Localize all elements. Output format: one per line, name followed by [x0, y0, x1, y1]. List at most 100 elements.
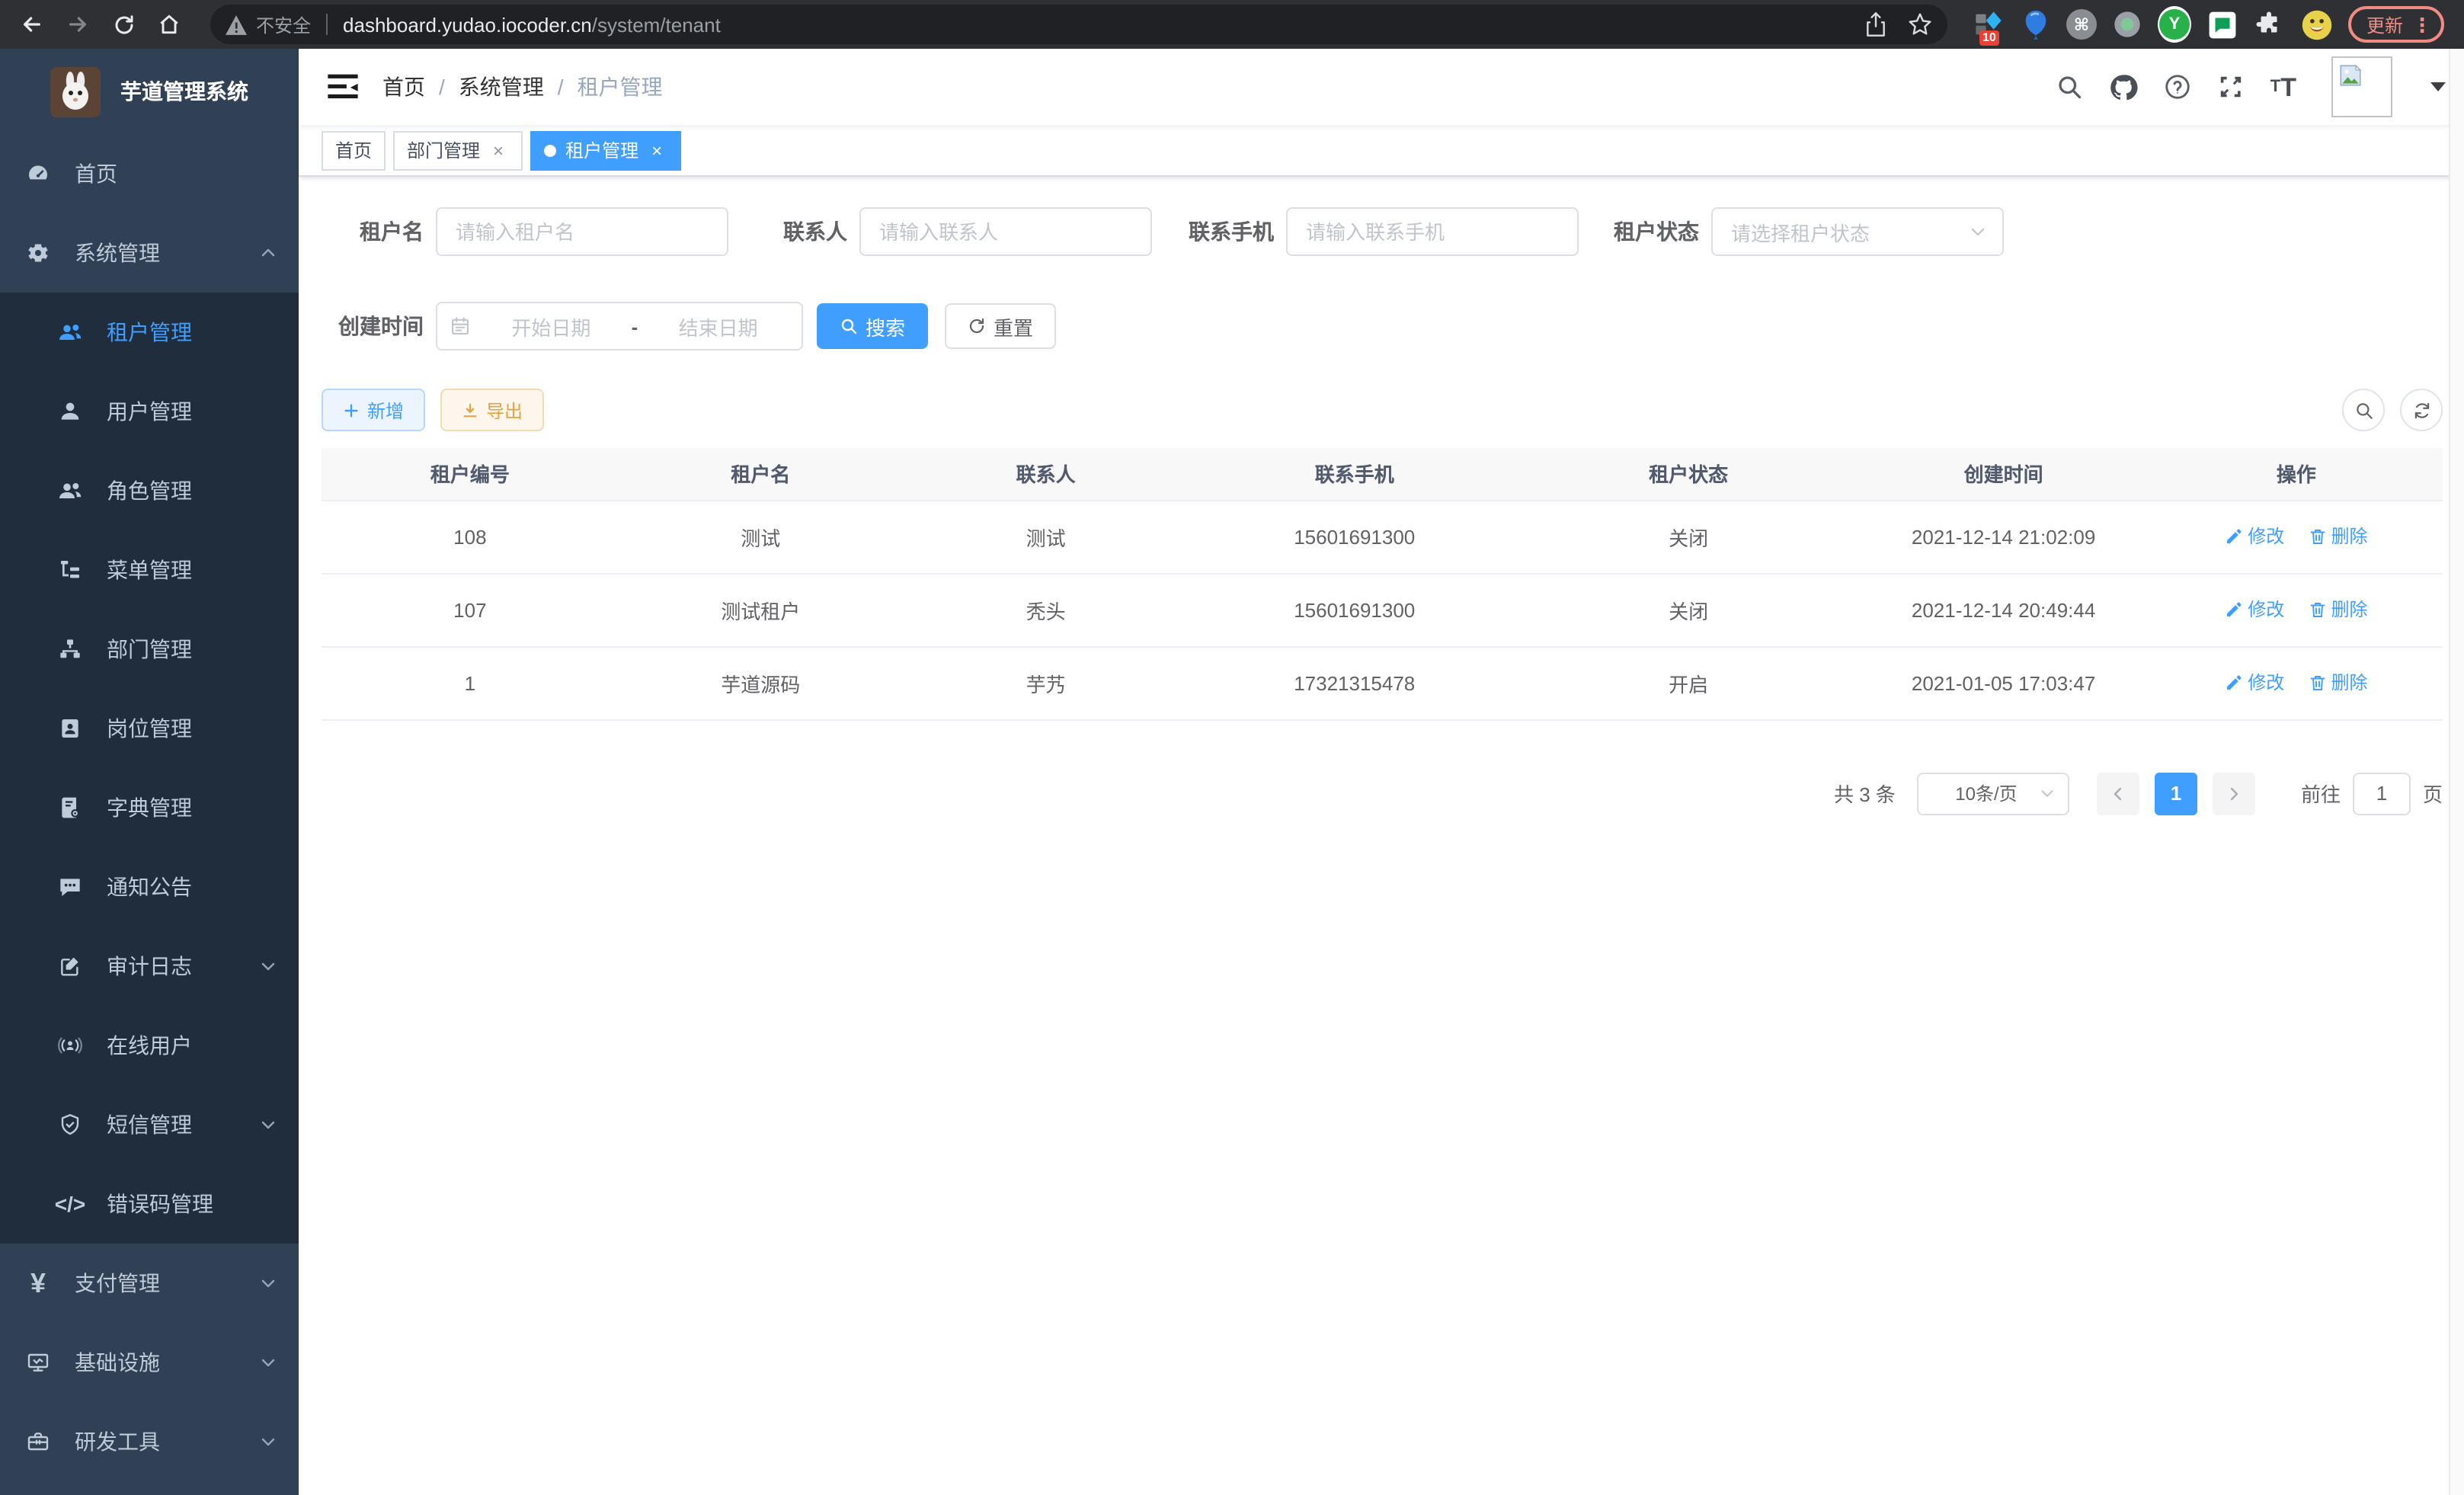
tags-bar: 首页 部门管理 × 租户管理 × [299, 125, 2464, 177]
filter-row-2: 创建时间 开始日期 - 结束日期 搜索 [322, 302, 2443, 351]
contact-input[interactable] [859, 207, 1152, 256]
next-page-button[interactable] [2213, 772, 2255, 815]
sidebar-item-label: 支付管理 [75, 1268, 259, 1298]
edit-link[interactable]: 修改 [2225, 670, 2284, 696]
extension-balloon-icon[interactable] [2019, 8, 2053, 41]
help-icon[interactable] [2164, 73, 2191, 101]
edit-link[interactable]: 修改 [2225, 597, 2284, 623]
avatar-caret-icon[interactable] [2430, 82, 2446, 91]
extension-chat-icon[interactable] [2205, 8, 2238, 41]
tab-label: 租户管理 [565, 137, 638, 163]
table-header-row: 租户编号 租户名 联系人 联系手机 租户状态 创建时间 操作 [322, 448, 2443, 500]
close-icon[interactable]: × [646, 139, 667, 161]
extension-diamond-icon[interactable]: 10 [1972, 8, 2005, 41]
sidebar-item-notice[interactable]: 通知公告 [0, 847, 299, 927]
sidebar-item-sms[interactable]: 短信管理 [0, 1085, 299, 1164]
goto-page-input[interactable] [2353, 772, 2411, 815]
reset-button[interactable]: 重置 [945, 303, 1056, 349]
header-search-icon[interactable] [2056, 73, 2083, 101]
prev-page-button[interactable] [2097, 772, 2139, 815]
delete-link[interactable]: 删除 [2308, 670, 2367, 696]
trash-icon [2308, 527, 2326, 546]
sidebar-item-dept[interactable]: 部门管理 [0, 610, 299, 689]
date-range-picker[interactable]: 开始日期 - 结束日期 [436, 302, 803, 351]
sidebar-item-online-user[interactable]: 在线用户 [0, 1006, 299, 1085]
cell-tenant-id: 1 [322, 646, 619, 719]
tab-dept[interactable]: 部门管理 × [393, 130, 523, 170]
sidebar-item-post[interactable]: 岗位管理 [0, 689, 299, 768]
page-scrollbar[interactable] [2449, 49, 2464, 1495]
add-button[interactable]: 新增 [322, 389, 425, 431]
page-content: 租户名 联系人 联系手机 租户状态 请选择租户状态 [299, 177, 2464, 1495]
phone-input[interactable] [1286, 207, 1579, 256]
sidebar-item-dict[interactable]: 字典管理 [0, 768, 299, 847]
share-icon[interactable] [1865, 12, 1886, 37]
show-search-button[interactable] [2342, 389, 2385, 431]
browser-home-button[interactable] [149, 5, 189, 44]
sidebar-item-dev-tools[interactable]: 研发工具 [0, 1402, 299, 1481]
avatar[interactable] [2331, 56, 2392, 117]
sidebar-toggle-icon[interactable] [328, 72, 358, 102]
sidebar-item-error-code[interactable]: </> 错误码管理 [0, 1164, 299, 1244]
sidebar-item-role[interactable]: 角色管理 [0, 451, 299, 530]
delete-link[interactable]: 删除 [2308, 523, 2367, 549]
sidebar-item-tenant[interactable]: 租户管理 [0, 293, 299, 372]
edit-link[interactable]: 修改 [2225, 523, 2284, 549]
logo-bar[interactable]: 芋道管理系统 [0, 49, 299, 134]
browser-back-button[interactable] [12, 5, 52, 44]
yen-icon: ¥ [26, 1271, 50, 1295]
tenant-users-icon [58, 320, 82, 344]
extension-command-icon[interactable]: ⌘ [2066, 9, 2097, 40]
extension-record-icon[interactable] [2110, 8, 2144, 41]
create-time-label: 创建时间 [322, 311, 436, 341]
cell-phone: 15601691300 [1189, 500, 1520, 573]
security-status[interactable]: 不安全 [226, 11, 311, 37]
font-size-icon[interactable]: TT [2270, 74, 2296, 100]
bookmark-star-icon[interactable] [1908, 12, 1932, 37]
export-button[interactable]: 导出 [440, 389, 544, 431]
page-number-button[interactable]: 1 [2155, 772, 2197, 815]
breadcrumb-home[interactable]: 首页 [382, 72, 425, 102]
extension-y-icon[interactable]: Y [2158, 8, 2191, 41]
sidebar-item-infra[interactable]: 基础设施 [0, 1323, 299, 1402]
tab-home[interactable]: 首页 [322, 130, 386, 170]
extensions-puzzle-icon[interactable] [2252, 8, 2286, 41]
browser-menu-icon[interactable]: ⋮ [2412, 14, 2432, 34]
tab-label: 部门管理 [407, 137, 480, 163]
tab-tenant[interactable]: 租户管理 × [530, 130, 681, 170]
address-bar[interactable]: 不安全 dashboard.yudao.iocoder.cn/system/te… [210, 5, 1947, 44]
chevron-down-icon [259, 1274, 277, 1292]
sidebar-item-system[interactable]: 系统管理 [0, 213, 299, 293]
search-button[interactable]: 搜索 [817, 303, 928, 349]
refresh-table-button[interactable] [2400, 389, 2443, 431]
sidebar-item-label: 菜单管理 [107, 555, 277, 585]
github-icon[interactable] [2109, 72, 2138, 101]
browser-forward-button[interactable] [58, 5, 98, 44]
col-contact: 联系人 [903, 448, 1189, 500]
chevron-down-icon [259, 1353, 277, 1372]
delete-link[interactable]: 删除 [2308, 597, 2367, 623]
security-label: 不安全 [256, 11, 311, 37]
chevron-down-icon [1969, 222, 1987, 241]
status-label: 租户状态 [1592, 216, 1711, 247]
sidebar-item-audit-log[interactable]: 审计日志 [0, 927, 299, 1006]
extension-icons: 10 ⌘ Y [1972, 8, 2333, 41]
status-select[interactable]: 请选择租户状态 [1711, 207, 2004, 256]
sidebar-item-user[interactable]: 用户管理 [0, 372, 299, 451]
sidebar-item-label: 系统管理 [75, 238, 259, 268]
fullscreen-icon[interactable] [2217, 73, 2245, 101]
announcement-icon [58, 875, 82, 899]
profile-avatar-icon[interactable] [2299, 8, 2333, 41]
sidebar-item-menu[interactable]: 菜单管理 [0, 530, 299, 610]
edit-icon [2225, 600, 2243, 619]
sidebar-item-pay[interactable]: ¥ 支付管理 [0, 1244, 299, 1323]
sidebar-item-home[interactable]: 首页 [0, 134, 299, 213]
breadcrumb-system[interactable]: 系统管理 [459, 72, 544, 102]
sidebar-item-label: 通知公告 [107, 872, 277, 902]
browser-reload-button[interactable] [104, 5, 143, 44]
close-icon[interactable]: × [488, 139, 509, 161]
col-actions: 操作 [2150, 448, 2443, 500]
tenant-name-input[interactable] [436, 207, 728, 256]
page-size-select[interactable]: 10条/页 [1917, 772, 2069, 815]
browser-update-button[interactable]: 更新 ⋮ [2348, 6, 2444, 43]
